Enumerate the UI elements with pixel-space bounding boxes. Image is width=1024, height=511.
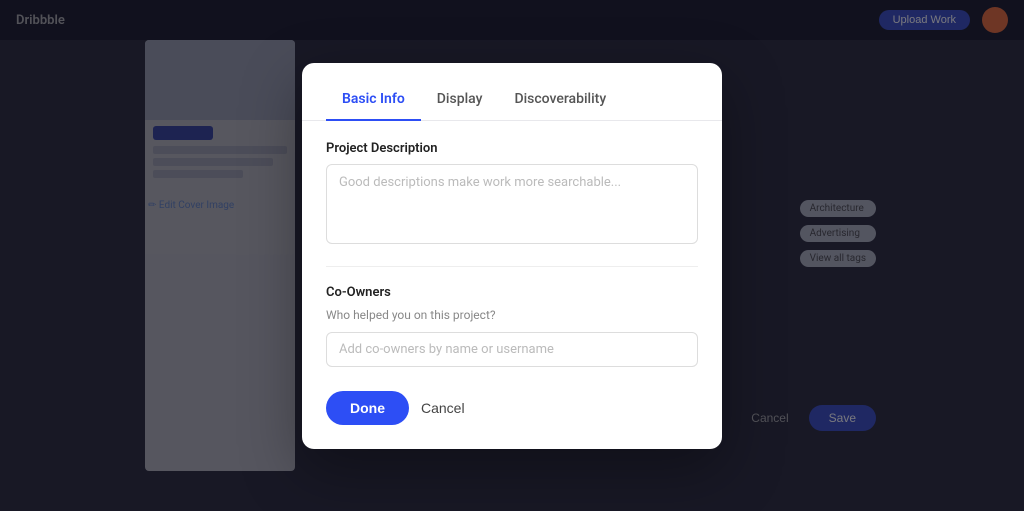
project-description-label: Project Description bbox=[326, 141, 698, 156]
tab-basic-info[interactable]: Basic Info bbox=[326, 83, 421, 121]
coowners-label: Co-Owners bbox=[326, 285, 698, 300]
modal-overlay: Basic Info Display Discoverability Proje… bbox=[0, 0, 1024, 511]
edit-project-modal: Basic Info Display Discoverability Proje… bbox=[302, 63, 722, 449]
coowners-input[interactable] bbox=[326, 332, 698, 367]
done-button[interactable]: Done bbox=[326, 391, 409, 425]
cancel-button[interactable]: Cancel bbox=[421, 400, 465, 416]
project-description-input[interactable] bbox=[326, 164, 698, 244]
modal-footer: Done Cancel bbox=[302, 391, 722, 449]
modal-tabs: Basic Info Display Discoverability bbox=[302, 63, 722, 121]
tab-display[interactable]: Display bbox=[421, 83, 499, 121]
coowners-sublabel: Who helped you on this project? bbox=[326, 308, 698, 322]
tab-discoverability[interactable]: Discoverability bbox=[498, 83, 622, 121]
modal-body: Project Description Co-Owners Who helped… bbox=[302, 121, 722, 391]
section-divider bbox=[326, 266, 698, 267]
